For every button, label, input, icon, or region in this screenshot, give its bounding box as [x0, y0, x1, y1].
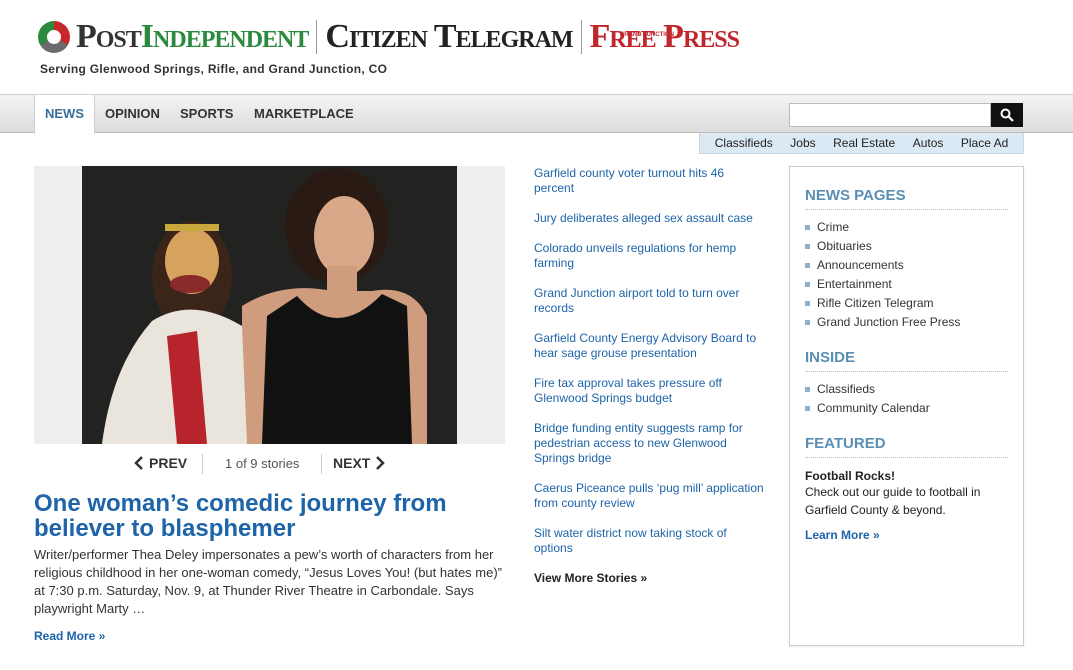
story-link[interactable]: Fire tax approval takes pressure off Gle… [534, 376, 766, 406]
story-link[interactable]: Grand Junction airport told to turn over… [534, 286, 766, 316]
search-icon [1000, 108, 1014, 122]
utility-jobs[interactable]: Jobs [790, 136, 815, 150]
utility-classifieds[interactable]: Classifieds [715, 136, 773, 150]
logo-independent[interactable]: Independent [141, 18, 310, 56]
news-page-label: Entertainment [817, 277, 892, 291]
nav-opinion[interactable]: OPINION [105, 95, 160, 133]
story-link[interactable]: Colorado unveils regulations for hemp fa… [534, 241, 766, 271]
view-more-stories-link[interactable]: View More Stories » [534, 571, 647, 585]
news-page-entertainment[interactable]: Entertainment [805, 275, 1008, 294]
logo-row[interactable]: Post Independent Citizen Telegram GRAND … [38, 18, 740, 56]
read-more-link[interactable]: Read More » [34, 629, 105, 643]
chevron-right-icon [376, 456, 386, 470]
news-page-label: Grand Junction Free Press [817, 315, 961, 329]
news-page-grand-junction-free-press[interactable]: Grand Junction Free Press [805, 313, 1008, 332]
inside-label: Classifieds [817, 382, 876, 396]
story-list: Garfield county voter turnout hits 46 pe… [534, 166, 766, 571]
slideshow [34, 166, 505, 444]
nav-marketplace[interactable]: MARKETPLACE [254, 95, 354, 133]
logo-grand-junction-label: GRAND JUNCTION [619, 32, 674, 38]
inside-heading: INSIDE [805, 349, 1008, 372]
search-button[interactable] [991, 103, 1023, 127]
inside-classifieds[interactable]: Classifieds [805, 380, 1008, 399]
news-pages-heading: NEWS PAGES [805, 187, 1008, 210]
next-button[interactable]: NEXT [333, 455, 386, 471]
inside-label: Community Calendar [817, 401, 930, 415]
logo-free-press[interactable]: GRAND JUNCTION Free Press [590, 18, 740, 56]
bullet-icon [805, 263, 810, 268]
photo-illustration [82, 166, 457, 444]
utility-real-estate[interactable]: Real Estate [833, 136, 895, 150]
inside-list: Classifieds Community Calendar [805, 380, 1008, 418]
nav-sports[interactable]: SPORTS [180, 95, 233, 133]
featured-title: Football Rocks! [805, 469, 896, 483]
search-input[interactable] [789, 103, 991, 127]
featured-photo[interactable] [82, 166, 457, 444]
news-page-crime[interactable]: Crime [805, 218, 1008, 237]
sidebar: NEWS PAGES Crime Obituaries Announcement… [789, 166, 1024, 646]
prev-label: PREV [149, 455, 188, 471]
bullet-icon [805, 244, 810, 249]
logo-divider [580, 20, 582, 54]
nav-news[interactable]: NEWS [34, 95, 95, 134]
story-link[interactable]: Silt water district now taking stock of … [534, 526, 766, 556]
news-page-announcements[interactable]: Announcements [805, 256, 1008, 275]
news-page-label: Announcements [817, 258, 904, 272]
featured-text: Check out our guide to football in Garfi… [805, 485, 981, 517]
bullet-icon [805, 387, 810, 392]
bullet-icon [805, 225, 810, 230]
story-link[interactable]: Caerus Piceance pulls ‘pug mill’ applica… [534, 481, 766, 511]
utility-links: Classifieds Jobs Real Estate Autos Place… [699, 133, 1024, 154]
story-link[interactable]: Jury deliberates alleged sex assault cas… [534, 211, 766, 226]
inside-community-calendar[interactable]: Community Calendar [805, 399, 1008, 418]
logo-divider [316, 20, 318, 54]
lead-summary: Writer/performer Thea Deley impersonates… [34, 547, 503, 616]
logo-citizen-telegram[interactable]: Citizen Telegram [325, 18, 573, 56]
prev-button[interactable]: PREV [134, 455, 187, 471]
main-nav: NEWS OPINION SPORTS MARKETPLACE [0, 94, 1073, 134]
utility-autos[interactable]: Autos [913, 136, 944, 150]
news-pages-list: Crime Obituaries Announcements Entertain… [805, 218, 1008, 332]
bullet-icon [805, 282, 810, 287]
story-link[interactable]: Garfield County Energy Advisory Board to… [534, 331, 766, 361]
story-link[interactable]: Garfield county voter turnout hits 46 pe… [534, 166, 766, 196]
news-page-obituaries[interactable]: Obituaries [805, 237, 1008, 256]
next-label: NEXT [333, 455, 371, 471]
slide-counter: 1 of 9 stories [202, 454, 323, 474]
logo-post[interactable]: Post [76, 18, 142, 56]
slideshow-controls: PREV 1 of 9 stories NEXT [34, 452, 505, 476]
masthead: Post Independent Citizen Telegram GRAND … [0, 0, 1073, 94]
news-page-label: Obituaries [817, 239, 872, 253]
learn-more-link[interactable]: Learn More » [805, 528, 1008, 542]
news-page-label: Crime [817, 220, 849, 234]
news-page-label: Rifle Citizen Telegram [817, 296, 934, 310]
lead-headline[interactable]: One woman’s comedic journey from believe… [34, 491, 504, 541]
chevron-left-icon [134, 456, 143, 470]
featured-heading: FEATURED [805, 435, 1008, 458]
tagline: Serving Glenwood Springs, Rifle, and Gra… [40, 62, 388, 76]
bullet-icon [805, 320, 810, 325]
swirl-logo-icon [38, 21, 70, 53]
bullet-icon [805, 406, 810, 411]
news-page-rifle-citizen-telegram[interactable]: Rifle Citizen Telegram [805, 294, 1008, 313]
bullet-icon [805, 301, 810, 306]
story-link[interactable]: Bridge funding entity suggests ramp for … [534, 421, 766, 466]
utility-place-ad[interactable]: Place Ad [961, 136, 1008, 150]
